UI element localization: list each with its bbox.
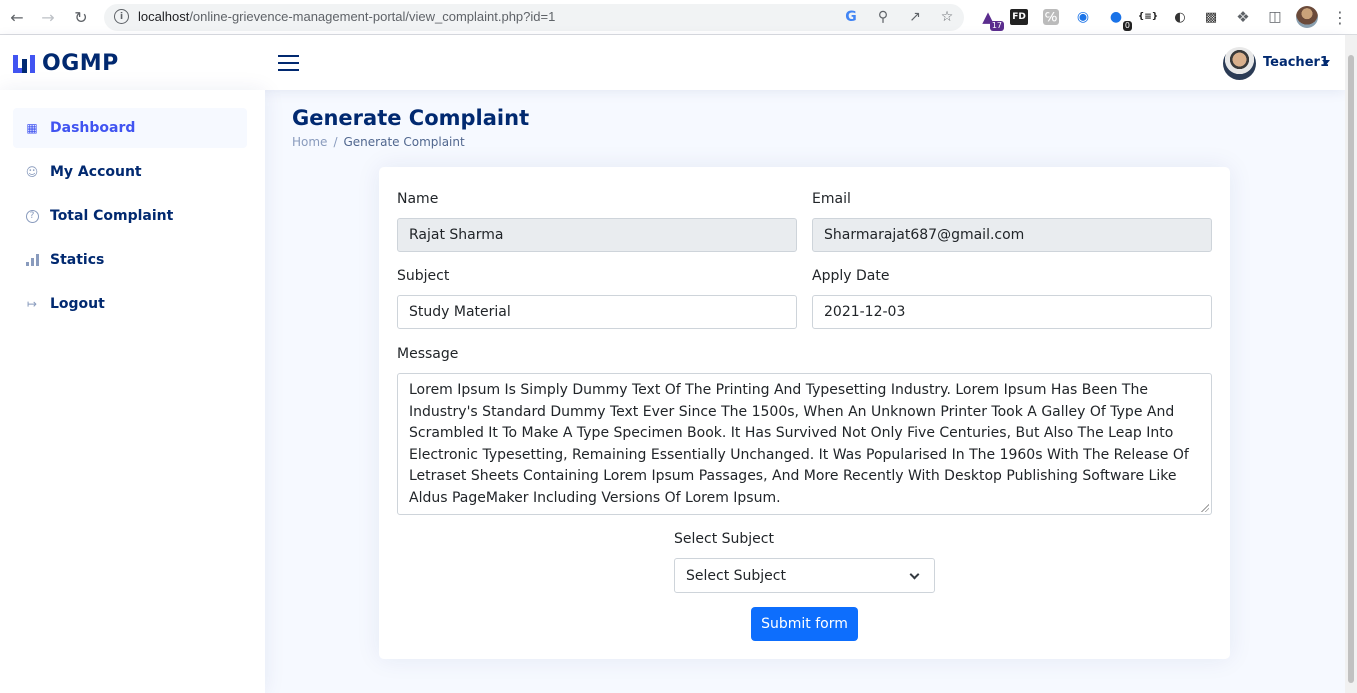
sidebar-item-label: Statics — [50, 252, 105, 268]
fd-icon[interactable]: FD — [1010, 9, 1028, 25]
breadcrumb-home-link[interactable]: Home — [292, 135, 327, 149]
select-subject-value: Select Subject — [686, 567, 786, 584]
blue-ext-icon[interactable]: ● 0 — [1106, 7, 1132, 31]
sidebar-item-label: Logout — [50, 296, 105, 312]
browser-toolbar: ← → ↻ i localhost/online-grievence-manag… — [0, 0, 1357, 35]
logo-text: OGMP — [42, 51, 119, 76]
avatar[interactable] — [1223, 47, 1256, 80]
screen-record-icon[interactable]: ◉ — [1073, 7, 1093, 27]
caret-down-icon[interactable] — [1322, 60, 1330, 65]
back-arrow-icon[interactable]: ← — [6, 6, 28, 28]
graduation-cap-icon[interactable]: ▲ 17 — [978, 7, 1004, 31]
sidebar-item-label: Dashboard — [50, 120, 136, 136]
menu-toggle-icon[interactable] — [278, 55, 299, 71]
url-text[interactable]: localhost/online-grievence-management-po… — [138, 9, 555, 24]
complaint-form-card: Name Rajat Sharma Email Sharmarajat687@g… — [379, 167, 1230, 659]
address-bar[interactable]: i localhost/online-grievence-management-… — [104, 4, 964, 31]
user-name-dropdown[interactable]: Teacher1 — [1263, 55, 1329, 70]
name-field[interactable]: Rajat Sharma — [397, 218, 797, 252]
person-icon: ☺ — [25, 165, 39, 179]
name-label: Name — [397, 191, 439, 207]
app-header: OGMP Teacher1 — [0, 35, 1345, 90]
subject-field[interactable]: Study Material — [397, 295, 797, 329]
g-ext-icon[interactable]: ◐ — [1170, 7, 1190, 27]
puzzle-icon[interactable]: ❖ — [1233, 7, 1253, 27]
sidebar-item-dashboard[interactable]: ▦ Dashboard — [13, 108, 247, 148]
page-title: Generate Complaint — [292, 106, 530, 130]
forward-arrow-icon[interactable]: → — [37, 6, 59, 28]
box-arrow-right-icon: ↦ — [26, 297, 38, 311]
url-path: /online-grievence-management-portal/view… — [189, 9, 556, 24]
more-vertical-icon[interactable]: ⋮ — [1330, 7, 1350, 27]
zoom-icon[interactable]: ⚲ — [874, 9, 892, 25]
chevron-down-icon — [909, 569, 920, 580]
email-label: Email — [812, 191, 851, 207]
message-textarea[interactable]: Lorem Ipsum Is Simply Dummy Text Of The … — [397, 373, 1212, 515]
url-host: localhost — [138, 9, 190, 24]
sidebar-item-statics[interactable]: Statics — [13, 240, 247, 280]
extension-badge: 17 — [989, 21, 1004, 31]
message-text: Lorem Ipsum Is Simply Dummy Text Of The … — [409, 382, 1189, 506]
subject-label: Subject — [397, 268, 450, 284]
browser-profile-avatar[interactable] — [1296, 6, 1318, 28]
bar-chart-icon — [25, 253, 39, 267]
site-info-icon[interactable]: i — [114, 9, 129, 24]
sidebar: ▦ Dashboard ☺ My Account ? Total Complai… — [0, 90, 265, 693]
reload-icon[interactable]: ↻ — [70, 6, 92, 28]
email-field[interactable]: Sharmarajat687@gmail.com — [812, 218, 1212, 252]
submit-button[interactable]: Submit form — [751, 607, 858, 641]
grey-ext-icon[interactable]: ℅ — [1043, 9, 1059, 25]
bookmark-star-icon[interactable]: ☆ — [938, 9, 956, 25]
logo[interactable]: OGMP — [13, 51, 119, 76]
sidebar-item-logout[interactable]: ↦ Logout — [13, 284, 247, 324]
question-circle-icon: ? — [25, 209, 39, 223]
scrollbar-thumb[interactable] — [1348, 55, 1354, 683]
json-icon[interactable]: {≡} — [1138, 7, 1158, 27]
apply-date-label: Apply Date — [812, 268, 890, 284]
select-subject-dropdown[interactable]: Select Subject — [674, 558, 935, 593]
breadcrumb: Home / Generate Complaint — [292, 135, 465, 149]
side-panel-icon[interactable]: ◫ — [1265, 7, 1285, 27]
sidebar-item-my-account[interactable]: ☺ My Account — [13, 152, 247, 192]
extension-badge: 0 — [1122, 21, 1132, 31]
sidebar-item-total-complaint[interactable]: ? Total Complaint — [13, 196, 247, 236]
resize-handle-icon[interactable] — [1201, 504, 1209, 512]
google-icon[interactable]: G — [842, 9, 860, 25]
sidebar-item-label: My Account — [50, 164, 142, 180]
breadcrumb-separator: / — [333, 135, 338, 149]
page-scrollbar[interactable] — [1345, 35, 1357, 693]
share-icon[interactable]: ↗ — [906, 9, 924, 25]
apply-date-field[interactable]: 2021-12-03 — [812, 295, 1212, 329]
breadcrumb-current: Generate Complaint — [343, 135, 465, 149]
select-subject-label: Select Subject — [674, 531, 774, 547]
download-doc-icon[interactable]: ▩ — [1201, 7, 1221, 27]
logo-icon — [13, 53, 35, 75]
sidebar-item-label: Total Complaint — [50, 208, 174, 224]
message-label: Message — [397, 346, 459, 362]
grid-icon: ▦ — [26, 121, 38, 135]
